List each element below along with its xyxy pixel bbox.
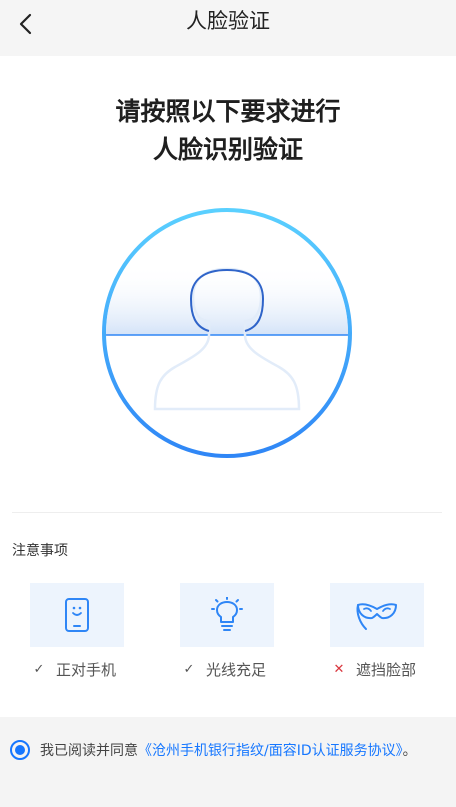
chevron-left-icon: [19, 13, 32, 35]
cross-icon: ✕: [333, 662, 345, 677]
agreement-link[interactable]: 《沧州手机银行指纹/面容ID认证服务协议》: [138, 743, 403, 759]
tip-label-row: ✓ 光线充足: [180, 659, 274, 680]
tip-label-row: ✓ 正对手机: [30, 659, 124, 680]
notes-title: 注意事项: [12, 543, 68, 559]
tip-image: [330, 583, 424, 647]
tip-no-cover: ✕ 遮挡脸部: [330, 583, 424, 680]
agreement-text: 我已阅读并同意《沧州手机银行指纹/面容ID认证服务协议》。: [40, 738, 450, 764]
face-scanner: [101, 207, 353, 459]
lightbulb-icon: [211, 597, 243, 631]
tip-label: 光线充足: [206, 661, 267, 679]
tip-image: [30, 583, 124, 647]
instruction-line-2: 人脸识别验证: [152, 135, 303, 164]
check-icon: ✓: [183, 662, 195, 677]
nav-bar: 人脸验证: [0, 0, 456, 56]
section-divider: [12, 512, 442, 513]
tip-label: 遮挡脸部: [356, 661, 417, 679]
radio-checked-dot: [15, 745, 25, 755]
tip-label: 正对手机: [56, 661, 117, 679]
mask-icon: [356, 603, 397, 630]
instruction-line-1: 请按照以下要求进行: [115, 97, 341, 126]
face-silhouette-icon: [102, 208, 352, 458]
phone-face-icon: [65, 598, 89, 632]
tip-good-light: ✓ 光线充足: [180, 583, 274, 680]
tip-face-phone: ✓ 正对手机: [30, 583, 124, 680]
check-icon: ✓: [33, 662, 45, 677]
agreement-radio[interactable]: [10, 740, 30, 760]
agreement-section: 我已阅读并同意《沧州手机银行指纹/面容ID认证服务协议》。: [0, 717, 456, 807]
tips-row: ✓ 正对手机 ✓ 光线充足 ✕ 遮挡脸部: [0, 583, 456, 683]
back-button[interactable]: [8, 6, 44, 42]
tip-label-row: ✕ 遮挡脸部: [330, 659, 424, 680]
instruction-heading: 请按照以下要求进行 人脸识别验证: [0, 93, 456, 169]
page-title: 人脸验证: [186, 9, 270, 33]
agreement-prefix: 我已阅读并同意: [40, 743, 138, 759]
agreement-suffix: 。: [402, 743, 417, 759]
tip-image: [180, 583, 274, 647]
